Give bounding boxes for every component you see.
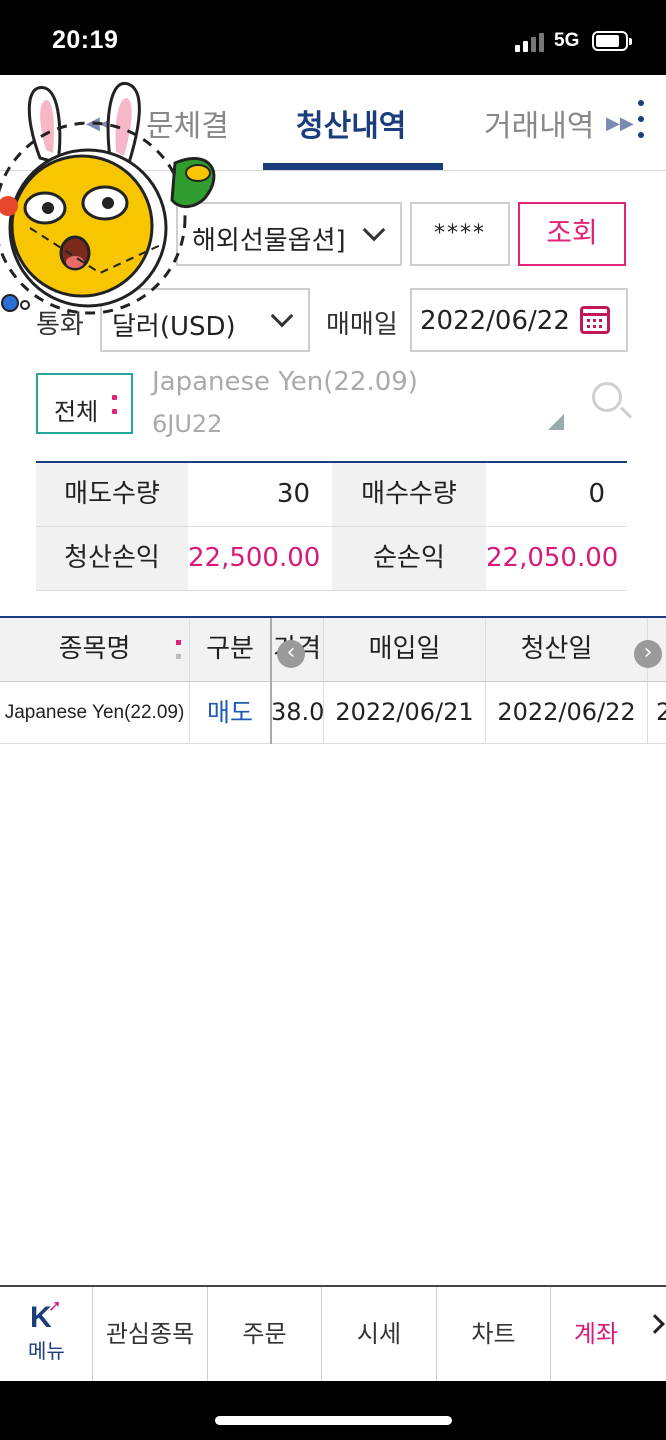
home-indicator[interactable]: [215, 1416, 452, 1425]
home-indicator-area: [0, 1381, 666, 1440]
nav-menu[interactable]: K ➚ 메뉴: [0, 1287, 93, 1381]
net-pnl-label: 순손익: [332, 527, 486, 590]
summary-grid: 매도수량 30 매수수량 0 청산손익 22,500.00 순손익 22,050…: [36, 461, 627, 591]
status-bar: 20:19 5G: [0, 0, 666, 75]
filter-all-button[interactable]: 전체: [36, 373, 133, 434]
liq-pnl-label: 청산손익: [36, 527, 188, 590]
filter-all-label: 전체: [54, 398, 99, 426]
arrow-icon: ➚: [48, 1296, 62, 1315]
drag-handle-icon: [112, 395, 117, 417]
signal-icon: [515, 32, 547, 52]
net-pnl-value: 22,050.00: [486, 543, 619, 573]
network-label: 5G: [554, 30, 580, 51]
tab-liquidation-history[interactable]: 청산내역: [296, 101, 406, 145]
rabbit-sticker-icon: [0, 82, 216, 315]
trade-date-value: 2022/06/22: [420, 306, 570, 336]
frozen-column-divider: [270, 618, 272, 744]
tab-trade-history[interactable]: 거래내역: [484, 101, 594, 145]
cell-name: Japanese Yen(22.09): [0, 682, 190, 743]
tab-next-arrow-icon[interactable]: ▶▶: [606, 113, 634, 134]
summary-row-quantity: 매도수량 30 매수수량 0: [36, 463, 627, 527]
scroll-right-icon[interactable]: ›: [634, 640, 662, 668]
trade-date-label: 매매일: [326, 310, 398, 340]
chevron-down-icon: [362, 218, 386, 242]
sell-qty-value: 30: [276, 479, 310, 509]
active-tab-indicator: [263, 163, 443, 170]
chevron-down-icon: [270, 304, 294, 328]
trade-date-field[interactable]: 2022/06/22: [410, 288, 628, 352]
nav-quote[interactable]: 시세: [322, 1287, 437, 1381]
nav-menu-label: 메뉴: [28, 1339, 65, 1363]
more-menu-icon[interactable]: [636, 100, 646, 140]
sell-qty-label: 매도수량: [36, 463, 188, 526]
bottom-nav: K ➚ 메뉴 관심종목 주문 시세 차트 계좌: [0, 1285, 666, 1381]
table-header: 종목명 구분 가격 매입일 청산일 ‹ ›: [0, 618, 666, 682]
nav-watchlist[interactable]: 관심종목: [93, 1287, 208, 1381]
search-icon[interactable]: [592, 382, 622, 412]
summary-row-pnl: 청산손익 22,500.00 순손익 22,050.00: [36, 527, 627, 591]
clock: 20:19: [52, 26, 119, 54]
col-header-side: 구분: [190, 618, 271, 681]
buy-qty-label: 매수수량: [332, 463, 486, 526]
col-header-name: 종목명: [0, 618, 190, 681]
liquidation-table: 종목명 구분 가격 매입일 청산일 ‹ › Japanese Yen(22.09…: [0, 616, 666, 744]
col-header-buy-date: 매입일: [324, 618, 486, 681]
table-row[interactable]: Japanese Yen(22.09) 매도 38.0 2022/06/21 2…: [0, 682, 666, 744]
symbol-code: 6JU22: [152, 410, 223, 438]
nav-account[interactable]: 계좌: [551, 1287, 641, 1381]
cell-buy-date: 2022/06/21: [324, 682, 486, 743]
nav-more-arrow-icon[interactable]: [645, 1314, 665, 1334]
col-header-liq-date: 청산일: [486, 618, 648, 681]
calendar-icon[interactable]: [580, 306, 610, 334]
dropdown-corner-icon[interactable]: [548, 414, 564, 430]
cell-overflow: 2: [656, 698, 666, 726]
cell-price: 38.0: [271, 682, 324, 743]
symbol-name[interactable]: Japanese Yen(22.09): [152, 367, 418, 397]
buy-qty-value: 0: [588, 479, 605, 509]
liq-pnl-value: 22,500.00: [188, 543, 321, 573]
nav-chart[interactable]: 차트: [437, 1287, 551, 1381]
cell-side: 매도: [190, 682, 271, 743]
nav-order[interactable]: 주문: [208, 1287, 322, 1381]
password-field[interactable]: ****: [410, 202, 510, 266]
search-button[interactable]: 조회: [518, 202, 626, 266]
column-handle-icon[interactable]: [176, 640, 181, 662]
cell-liq-date: 2022/06/22: [486, 682, 648, 743]
battery-icon: [592, 31, 632, 51]
scroll-left-icon[interactable]: ‹: [277, 640, 305, 668]
